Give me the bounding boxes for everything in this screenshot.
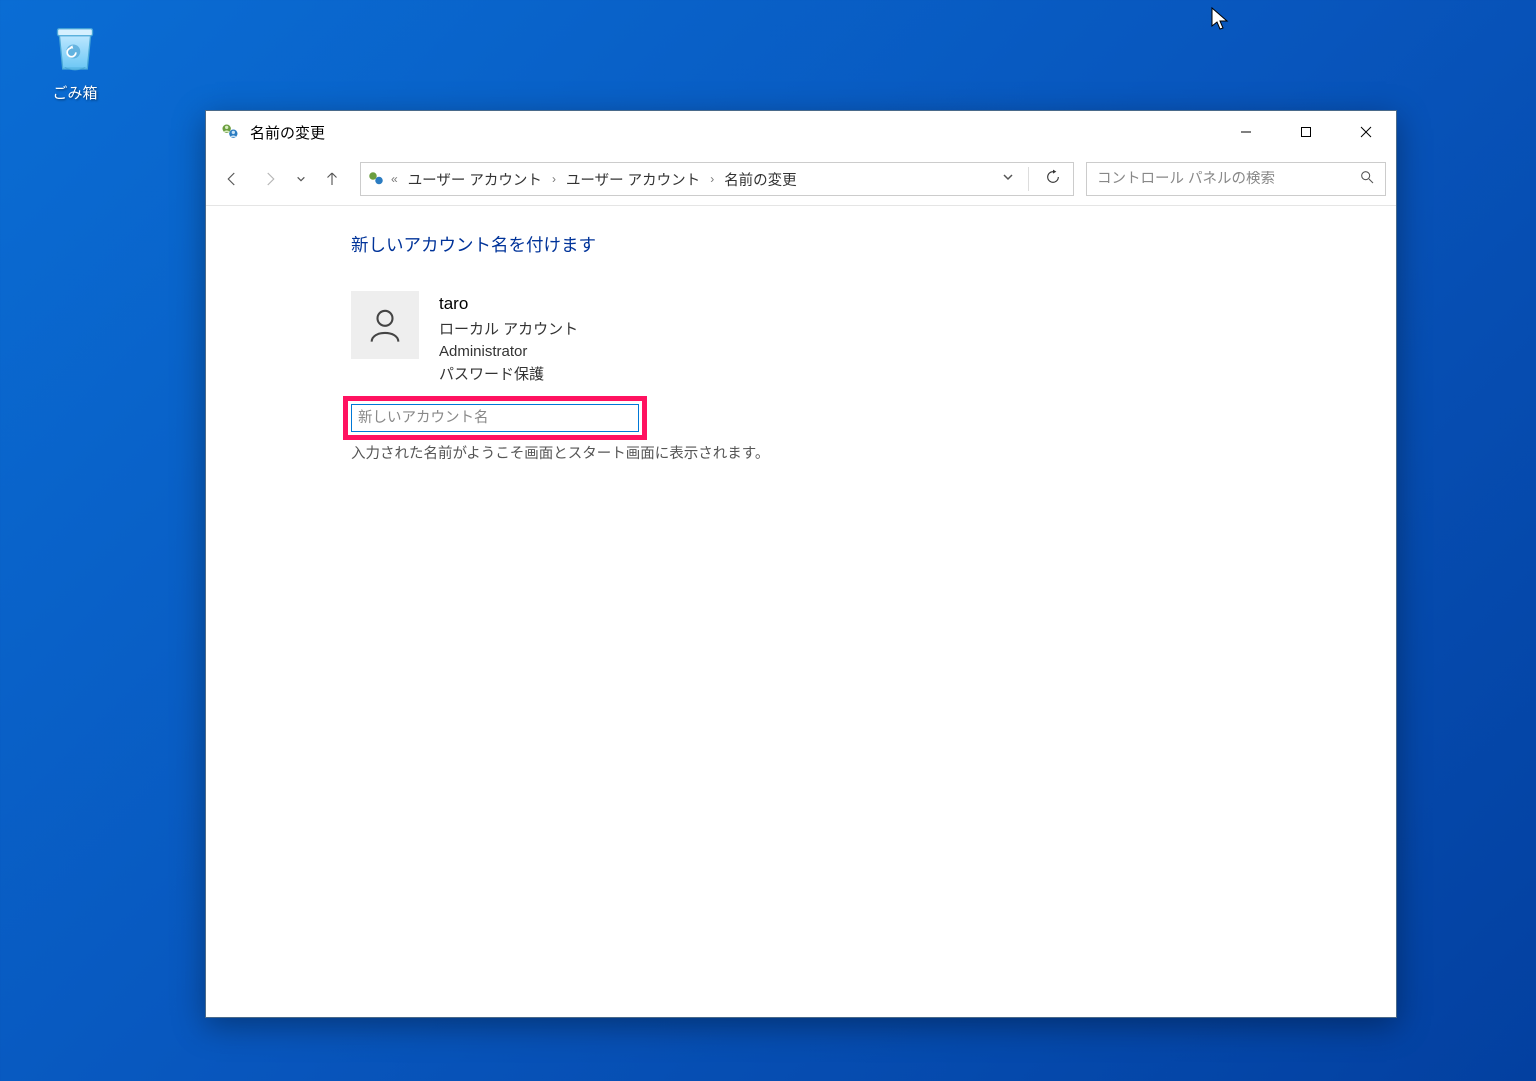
account-type: ローカル アカウント — [439, 319, 578, 342]
avatar — [351, 291, 419, 359]
search-input[interactable] — [1097, 171, 1351, 187]
desktop-recycle-bin[interactable]: ごみ箱 — [30, 20, 120, 103]
search-icon[interactable] — [1359, 169, 1375, 189]
account-role: Administrator — [439, 341, 578, 364]
new-account-name-input[interactable] — [351, 404, 639, 432]
window-title: 名前の変更 — [250, 122, 325, 143]
content-area: 新しいアカウント名を付けます taro ローカル アカウント Administr… — [206, 205, 1396, 1017]
input-hint-text: 入力された名前がようこそ画面とスタート画面に表示されます。 — [351, 442, 1396, 463]
nav-up-button[interactable] — [316, 163, 348, 195]
search-box[interactable] — [1086, 162, 1386, 196]
account-username: taro — [439, 291, 578, 317]
nav-back-button[interactable] — [216, 163, 248, 195]
close-button[interactable] — [1336, 111, 1396, 153]
chevron-right-icon[interactable]: › — [550, 172, 558, 186]
breadcrumb-user-accounts-2[interactable]: ユーザー アカウント — [562, 169, 704, 190]
page-heading: 新しいアカウント名を付けます — [351, 232, 1396, 257]
cursor-icon — [1210, 6, 1230, 32]
nav-recent-dropdown[interactable] — [292, 174, 310, 184]
breadcrumb-change-name[interactable]: 名前の変更 — [720, 169, 801, 190]
breadcrumb-user-accounts-1[interactable]: ユーザー アカウント — [404, 169, 546, 190]
recycle-bin-label: ごみ箱 — [30, 82, 120, 103]
breadcrumb-root[interactable]: « — [389, 172, 400, 186]
account-summary: taro ローカル アカウント Administrator パスワード保護 — [351, 291, 1396, 386]
control-panel-window: 名前の変更 — [205, 110, 1397, 1018]
address-bar[interactable]: « ユーザー アカウント › ユーザー アカウント › 名前の変更 — [360, 162, 1074, 196]
separator — [1028, 167, 1029, 191]
titlebar: 名前の変更 — [206, 111, 1396, 153]
user-accounts-icon — [220, 122, 240, 142]
maximize-button[interactable] — [1276, 111, 1336, 153]
chevron-right-icon[interactable]: › — [708, 172, 716, 186]
recycle-bin-icon — [47, 20, 103, 76]
address-icon — [367, 170, 385, 188]
nav-forward-button[interactable] — [254, 163, 286, 195]
account-protection: パスワード保護 — [439, 364, 578, 387]
navigation-bar: « ユーザー アカウント › ユーザー アカウント › 名前の変更 — [206, 153, 1396, 205]
address-dropdown-button[interactable] — [998, 167, 1018, 191]
minimize-button[interactable] — [1216, 111, 1276, 153]
refresh-button[interactable] — [1039, 163, 1067, 195]
